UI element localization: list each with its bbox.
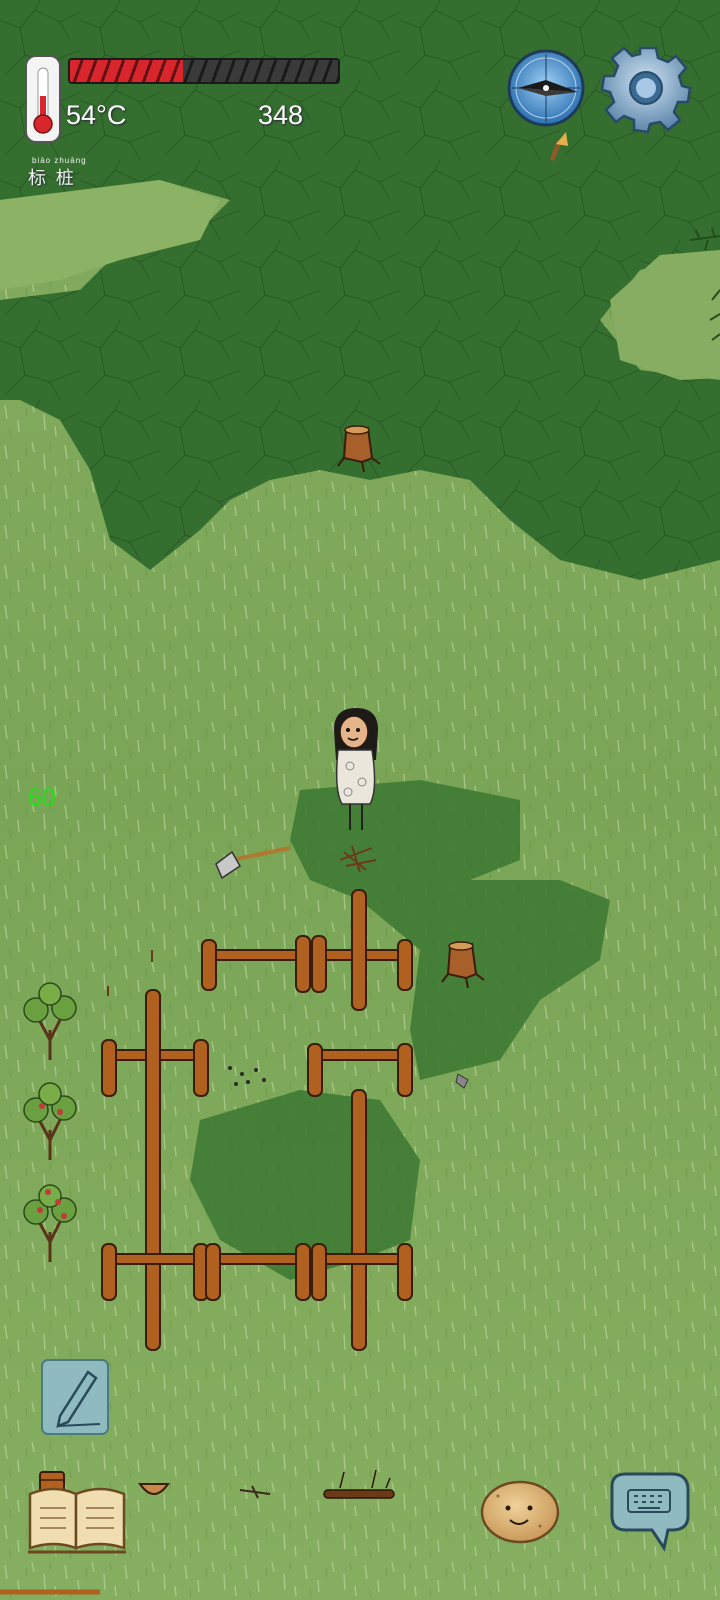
- game-world[interactable]: [0, 0, 720, 1600]
- potato-face-icon[interactable]: [480, 1480, 560, 1544]
- open-book-icon[interactable]: [28, 1487, 126, 1554]
- score-counter: 348: [258, 100, 304, 130]
- health-bar: [68, 58, 340, 84]
- thermometer-icon: [25, 55, 61, 143]
- temperature-readout: 54°C: [66, 100, 127, 130]
- gear-icon[interactable]: [600, 46, 692, 134]
- item-label: 标 桩: [28, 168, 76, 189]
- fps-counter: 60: [28, 784, 56, 812]
- compass-icon[interactable]: [507, 49, 585, 127]
- pencil-button[interactable]: [41, 1359, 109, 1435]
